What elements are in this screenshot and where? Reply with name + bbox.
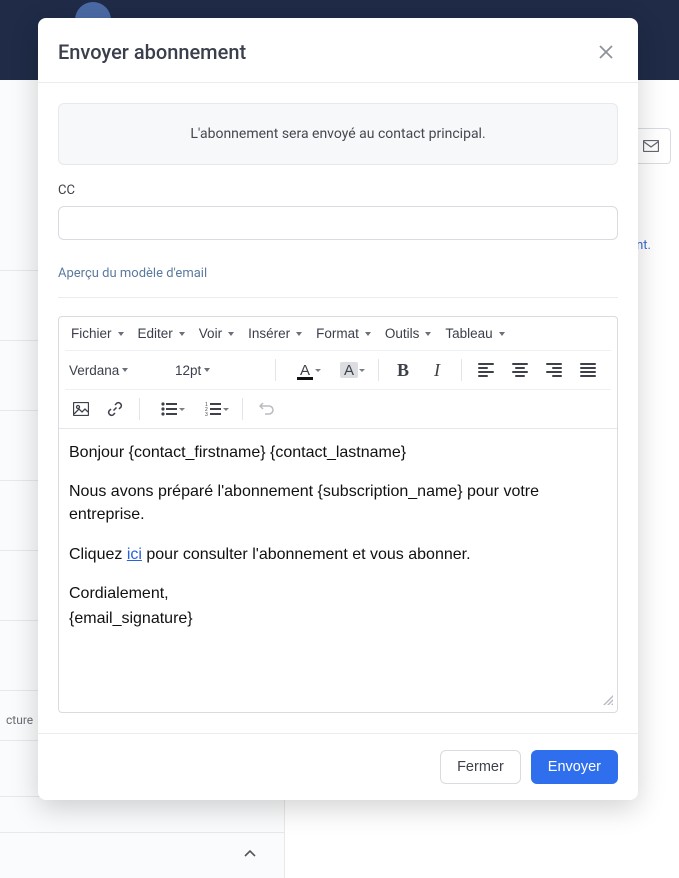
modal-body: L'abonnement sera envoyé au contact prin… [38,83,638,733]
cc-input[interactable] [58,206,618,240]
click-prefix: Cliquez [69,546,127,563]
menu-insert[interactable]: Insérer [244,322,306,345]
undo-button[interactable] [253,395,281,423]
separator [139,398,140,420]
menu-file[interactable]: Fichier [67,322,128,345]
font-size-select[interactable]: 12pt [173,359,265,382]
align-left-icon [478,363,494,377]
separator [275,359,276,381]
bullet-list-icon [161,402,177,416]
info-banner: L'abonnement sera envoyé au contact prin… [58,103,618,165]
menu-edit[interactable]: Editer [134,322,189,345]
align-right-button[interactable] [540,356,568,384]
send-button[interactable]: Envoyer [531,750,618,784]
email-body-editor[interactable]: Bonjour {contact_firstname} {contact_las… [59,429,617,689]
align-justify-button[interactable] [574,356,602,384]
menu-bar: Fichier Editer Voir Insérer Format Outil… [65,317,611,350]
separator [378,359,379,381]
align-center-button[interactable] [506,356,534,384]
chevron-up-icon[interactable] [244,847,256,862]
format-bar-1: Verdana 12pt A A B I [65,350,611,389]
email-here-link[interactable]: ici [127,546,142,563]
email-signature: {email_signature} [69,607,607,630]
rich-text-editor: Fichier Editer Voir Insérer Format Outil… [58,316,618,713]
menu-table[interactable]: Tableau [441,322,508,345]
menu-view[interactable]: Voir [195,322,238,345]
menu-tools[interactable]: Outils [381,322,436,345]
bg-link-fragment: nt. [636,238,651,253]
font-family-select[interactable]: Verdana [67,359,167,382]
email-signoff: Cordialement, [69,582,607,605]
click-suffix: pour consulter l'abonnement et vous abon… [142,546,471,563]
numbered-list-button[interactable]: 123 [194,395,232,423]
align-center-icon [512,363,528,377]
preview-template-link[interactable]: Aperçu du modèle d'email [58,266,207,281]
cancel-button[interactable]: Fermer [440,750,521,784]
resize-handle-icon[interactable] [59,689,617,712]
close-icon [599,45,613,59]
numbered-list-icon: 123 [205,402,221,416]
italic-button[interactable]: I [423,356,451,384]
image-icon [73,402,89,416]
email-greeting: Bonjour {contact_firstname} {contact_las… [69,441,607,464]
bg-left-fragment: cture [6,713,33,727]
menu-format[interactable]: Format [312,322,375,345]
svg-text:3: 3 [205,412,208,416]
undo-icon [259,402,275,416]
text-color-icon: A [297,362,313,378]
link-icon [107,401,123,417]
bullet-list-button[interactable] [150,395,188,423]
bold-button[interactable]: B [389,356,417,384]
separator [461,359,462,381]
text-color-button[interactable]: A [286,356,324,384]
close-button[interactable] [594,40,618,64]
cc-label: CC [58,183,618,198]
modal-header: Envoyer abonnement [38,18,638,83]
align-right-icon [546,363,562,377]
bg-color-icon: A [340,362,358,378]
email-click-line: Cliquez ici pour consulter l'abonnement … [69,543,607,566]
separator [242,398,243,420]
modal-title: Envoyer abonnement [58,40,246,64]
insert-image-button[interactable] [67,395,95,423]
insert-link-button[interactable] [101,395,129,423]
divider [58,297,618,298]
modal-footer: Fermer Envoyer [38,733,638,800]
format-bar-2: 123 [65,389,611,428]
align-justify-icon [580,363,596,377]
align-left-button[interactable] [472,356,500,384]
editor-toolbar: Fichier Editer Voir Insérer Format Outil… [59,317,617,429]
background-color-button[interactable]: A [330,356,368,384]
send-subscription-modal: Envoyer abonnement L'abonnement sera env… [38,18,638,800]
email-line1: Nous avons préparé l'abonnement {subscri… [69,480,607,526]
